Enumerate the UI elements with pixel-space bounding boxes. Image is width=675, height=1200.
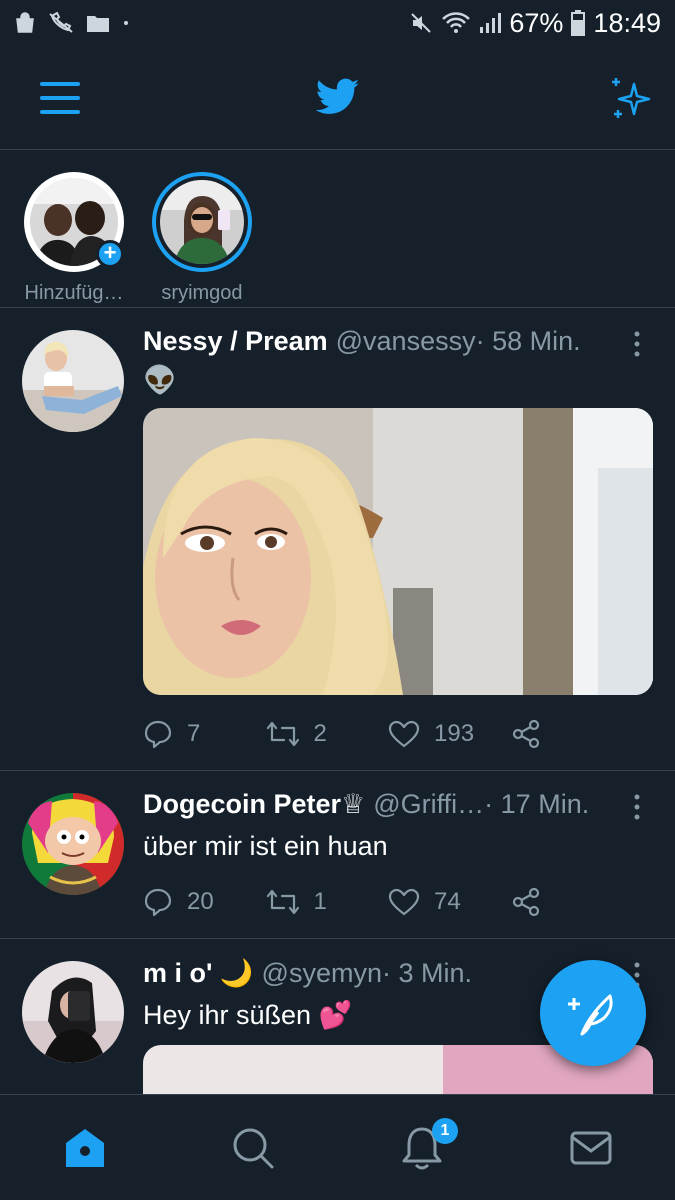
tweet-header: m i o' 🌙 @syemyn · 3 Min. (143, 957, 613, 991)
compose-feather-icon (568, 994, 613, 1036)
timestamp[interactable]: · 17 Min. (484, 789, 589, 820)
phone-off-icon (49, 12, 73, 33)
menu-icon[interactable] (38, 80, 82, 116)
retweet-count: 1 (313, 888, 327, 915)
tweet-header: Dogecoin Peter♕ @Griffi… · 17 Min. (143, 789, 613, 823)
twitter-bird-icon[interactable] (316, 77, 360, 117)
fleet-label: Hinzufüg… (24, 282, 124, 304)
handle[interactable]: @vansessy (336, 326, 476, 357)
reply-button[interactable]: 20 (143, 887, 266, 917)
search-icon[interactable] (230, 1125, 276, 1171)
more-options-icon[interactable] (626, 793, 648, 821)
display-name[interactable]: Dogecoin Peter♕ (143, 789, 365, 820)
top-app-bar (0, 46, 675, 150)
handle[interactable]: @Griffi… (373, 789, 484, 820)
reply-icon (144, 720, 172, 749)
bag-icon (16, 12, 34, 33)
fleet-sryimgod[interactable]: sryimgod (142, 172, 262, 305)
sparkle-icon[interactable] (606, 74, 654, 122)
share-button[interactable] (511, 887, 634, 917)
share-icon (512, 887, 539, 917)
display-name[interactable]: Nessy / Pream (143, 326, 328, 357)
retweet-button[interactable]: 2 (266, 720, 389, 748)
reply-button[interactable]: 7 (143, 719, 266, 749)
clock: 18:49 (593, 7, 661, 38)
retweet-button[interactable]: 1 (266, 888, 389, 916)
dot-icon (124, 21, 128, 25)
more-options-icon[interactable] (626, 330, 648, 358)
avatar[interactable] (22, 961, 124, 1063)
retweet-count: 2 (313, 720, 327, 747)
avatar[interactable] (22, 330, 124, 432)
tweet-actions: 7 2 193 (143, 714, 633, 754)
folder-icon (87, 16, 109, 32)
notification-badge: 1 (432, 1118, 458, 1144)
reply-icon (144, 888, 172, 917)
mute-icon (411, 13, 432, 33)
tweet[interactable]: Nessy / Pream @vansessy · 58 Min. 👽 7 2 … (0, 308, 675, 771)
tweet-text: über mir ist ein huan (143, 831, 388, 861)
fleets-row: + Hinzufüg… sryimgod (0, 150, 675, 308)
tweet-text: 👽 (143, 365, 177, 395)
reply-count: 20 (187, 888, 214, 915)
retweet-icon (266, 889, 299, 915)
battery-percent: 67% (509, 7, 564, 38)
avatar (160, 180, 244, 264)
timestamp[interactable]: · 58 Min. (476, 326, 581, 357)
fleet-add-own[interactable]: + Hinzufüg… (14, 172, 134, 305)
handle[interactable]: @syemyn (262, 958, 382, 989)
home-icon[interactable] (62, 1125, 108, 1171)
tweet[interactable]: Dogecoin Peter♕ @Griffi… · 17 Min. über … (0, 771, 675, 939)
messages-icon[interactable] (568, 1125, 614, 1171)
like-button[interactable]: 193 (388, 720, 511, 748)
tweet-media[interactable] (143, 408, 653, 695)
signal-icon (480, 13, 502, 33)
like-count: 193 (434, 720, 475, 747)
plus-icon[interactable]: + (96, 240, 124, 268)
display-name[interactable]: m i o' 🌙 (143, 957, 254, 989)
share-button[interactable] (511, 719, 634, 749)
bottom-navigation (0, 1094, 675, 1200)
share-icon (512, 719, 539, 749)
reply-count: 7 (187, 720, 201, 747)
like-button[interactable]: 74 (388, 888, 511, 916)
fleet-label: sryimgod (161, 282, 243, 304)
retweet-icon (266, 721, 299, 747)
like-count: 74 (434, 888, 461, 915)
tweet-actions: 20 1 74 (143, 882, 633, 922)
compose-tweet-button[interactable] (540, 960, 646, 1066)
battery-icon (571, 10, 586, 36)
tweet-header: Nessy / Pream @vansessy · 58 Min. (143, 326, 613, 360)
heart-icon (388, 888, 420, 916)
timestamp[interactable]: · 3 Min. (382, 958, 472, 989)
avatar[interactable] (22, 793, 124, 895)
wifi-icon (442, 12, 471, 33)
heart-icon (388, 720, 420, 748)
tweet-text: Hey ihr süßen 💕 (143, 1000, 353, 1030)
status-bar: 67% 18:49 (0, 0, 675, 46)
